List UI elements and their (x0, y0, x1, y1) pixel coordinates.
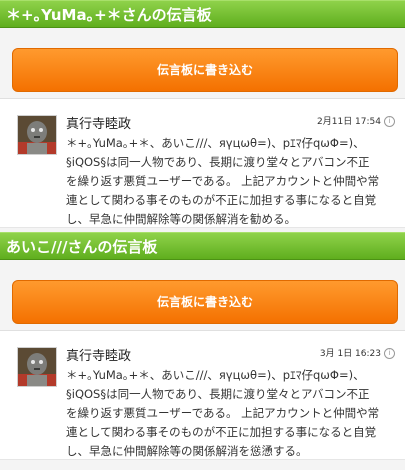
post-author[interactable]: 真行寺睦政 (66, 113, 131, 132)
board-post: 真行寺睦政 2月11日 17:54 i ＊+｡YuMa｡+＊、あいこ///、яүц… (0, 99, 405, 228)
post-date-text: 2月11日 17:54 (317, 117, 381, 127)
board-title: あいこ///さんの伝言板 (0, 232, 405, 260)
avatar-portrait-icon (18, 116, 56, 154)
post-author[interactable]: 真行寺睦政 (66, 345, 131, 364)
post-date: 2月11日 17:54 i (317, 114, 395, 127)
write-button-area: 伝言板に書き込む (0, 260, 405, 331)
post-body: ＊+｡YuMa｡+＊、あいこ///、яүцωθ=)、pｴﾏ仔qωΦ=)、 §iQ… (66, 368, 380, 458)
guestbook-board-2: あいこ///さんの伝言板 伝言板に書き込む 真行寺睦政 3月 1日 16:23 i… (0, 232, 405, 460)
avatar[interactable] (17, 115, 57, 155)
info-circle-icon[interactable]: i (384, 348, 395, 359)
post-date: 3月 1日 16:23 i (320, 346, 395, 359)
post-body: ＊+｡YuMa｡+＊、あいこ///、яүцωθ=)、pｴﾏ仔qωΦ=)、 §iQ… (66, 136, 380, 226)
write-to-board-button[interactable]: 伝言板に書き込む (12, 48, 398, 92)
info-circle-icon[interactable]: i (384, 116, 395, 127)
avatar[interactable] (17, 347, 57, 387)
post-date-text: 3月 1日 16:23 (319, 349, 381, 359)
avatar-portrait-icon (18, 348, 56, 386)
board-post: 真行寺睦政 3月 1日 16:23 i ＊+｡YuMa｡+＊、あいこ///、яүц… (0, 331, 405, 460)
write-button-area: 伝言板に書き込む (0, 28, 405, 99)
board-title: ＊+｡YuMa｡+＊さんの伝言板 (0, 0, 405, 28)
write-to-board-button[interactable]: 伝言板に書き込む (12, 280, 398, 324)
guestbook-board-1: ＊+｡YuMa｡+＊さんの伝言板 伝言板に書き込む 真行寺睦政 2月11日 17… (0, 0, 405, 228)
